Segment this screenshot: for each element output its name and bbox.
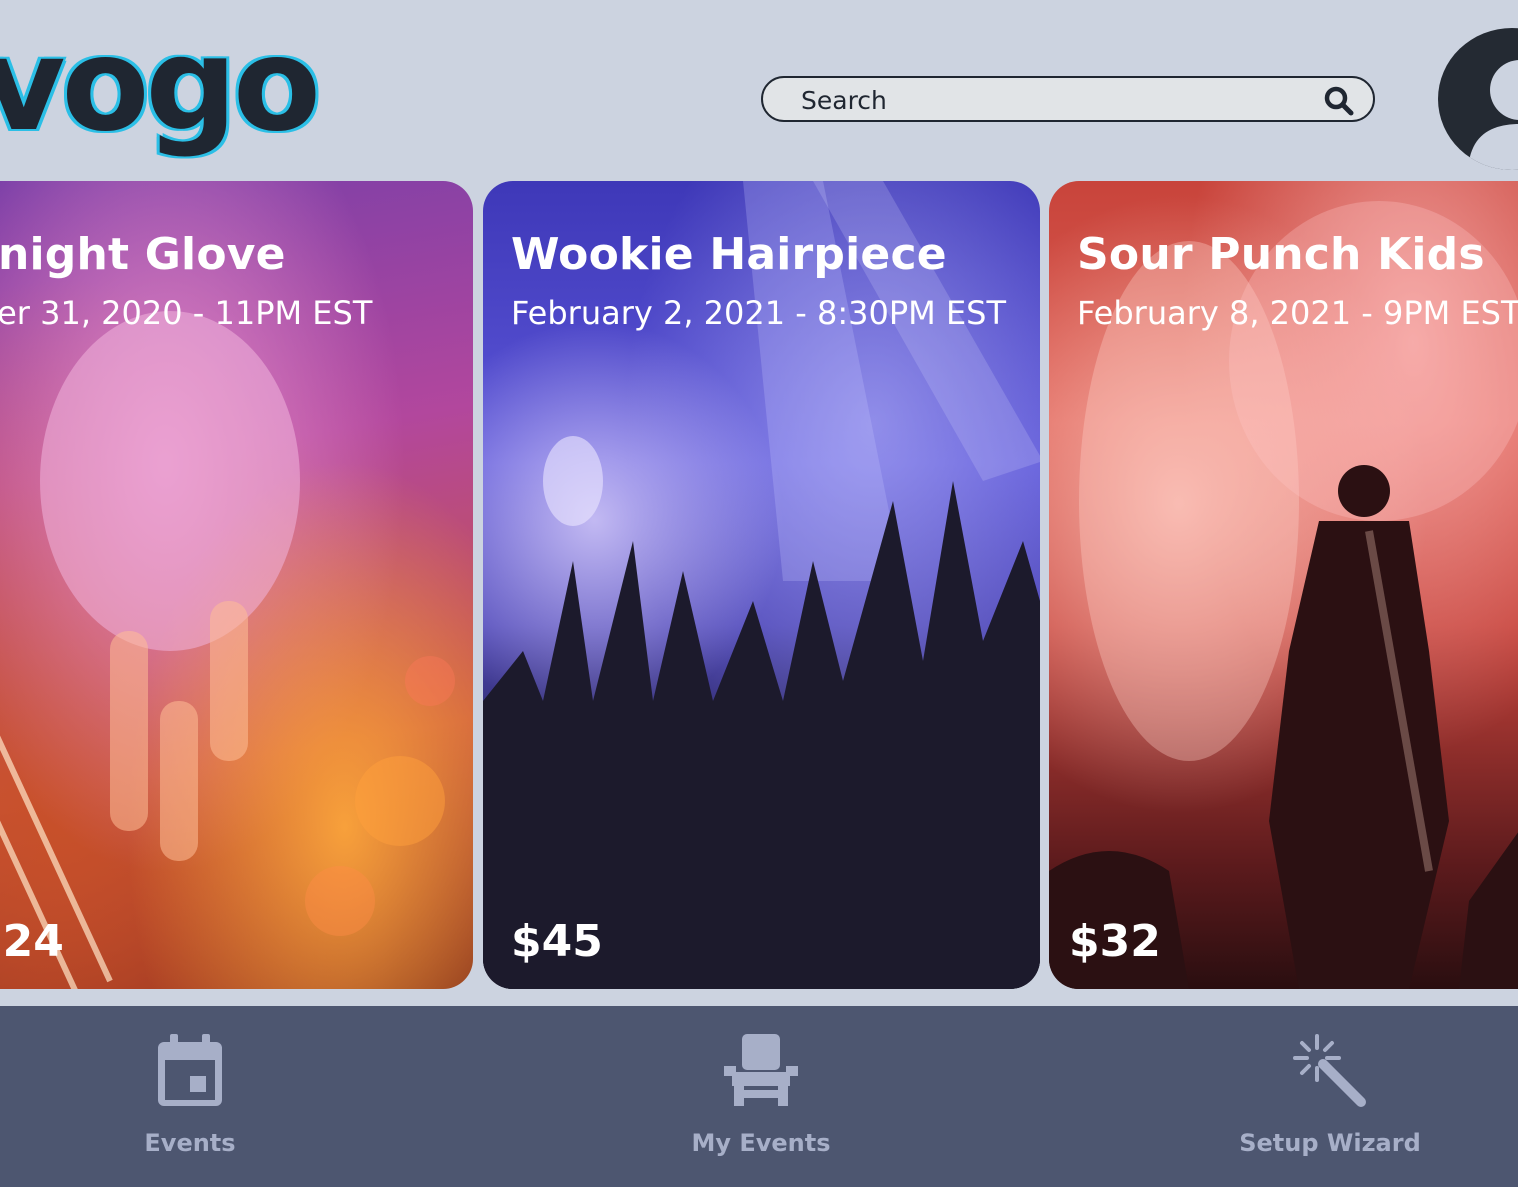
user-avatar-button[interactable] bbox=[1438, 28, 1518, 170]
user-avatar-icon bbox=[1468, 60, 1518, 170]
nav-label: My Events bbox=[691, 1129, 831, 1157]
event-date: December 31, 2020 - 11PM EST bbox=[0, 294, 373, 332]
event-card[interactable]: Midnight Glove December 31, 2020 - 11PM … bbox=[0, 181, 473, 989]
nav-item-my-events[interactable]: My Events bbox=[611, 1006, 911, 1187]
nav-item-setup-wizard[interactable]: Setup Wizard bbox=[1180, 1006, 1480, 1187]
event-date: February 2, 2021 - 8:30PM EST bbox=[511, 294, 1007, 332]
event-date: February 8, 2021 - 9PM EST bbox=[1077, 294, 1518, 332]
search-icon[interactable] bbox=[1323, 85, 1355, 117]
nav-label: Setup Wizard bbox=[1239, 1129, 1421, 1157]
seat-icon bbox=[724, 1034, 798, 1106]
magic-wand-icon bbox=[1293, 1034, 1366, 1107]
nav-item-events[interactable]: Events bbox=[40, 1006, 340, 1187]
event-price: $45 bbox=[511, 916, 603, 967]
event-title: Midnight Glove bbox=[0, 229, 286, 280]
app-logo[interactable]: vogo bbox=[0, 22, 321, 150]
event-card[interactable]: Wookie Hairpiece February 2, 2021 - 8:30… bbox=[483, 181, 1040, 989]
search-bar[interactable] bbox=[761, 76, 1375, 122]
calendar-icon bbox=[158, 1034, 222, 1106]
bottom-nav: Events My Events Setup Wizard bbox=[0, 1006, 1518, 1187]
event-title: Wookie Hairpiece bbox=[511, 229, 947, 280]
search-input[interactable] bbox=[799, 84, 1303, 116]
event-price: $32 bbox=[1069, 916, 1161, 967]
nav-label: Events bbox=[144, 1129, 236, 1157]
event-card[interactable]: Sour Punch Kids February 8, 2021 - 9PM E… bbox=[1049, 181, 1518, 989]
event-price: $24 bbox=[0, 916, 64, 967]
event-title: Sour Punch Kids bbox=[1077, 229, 1485, 280]
